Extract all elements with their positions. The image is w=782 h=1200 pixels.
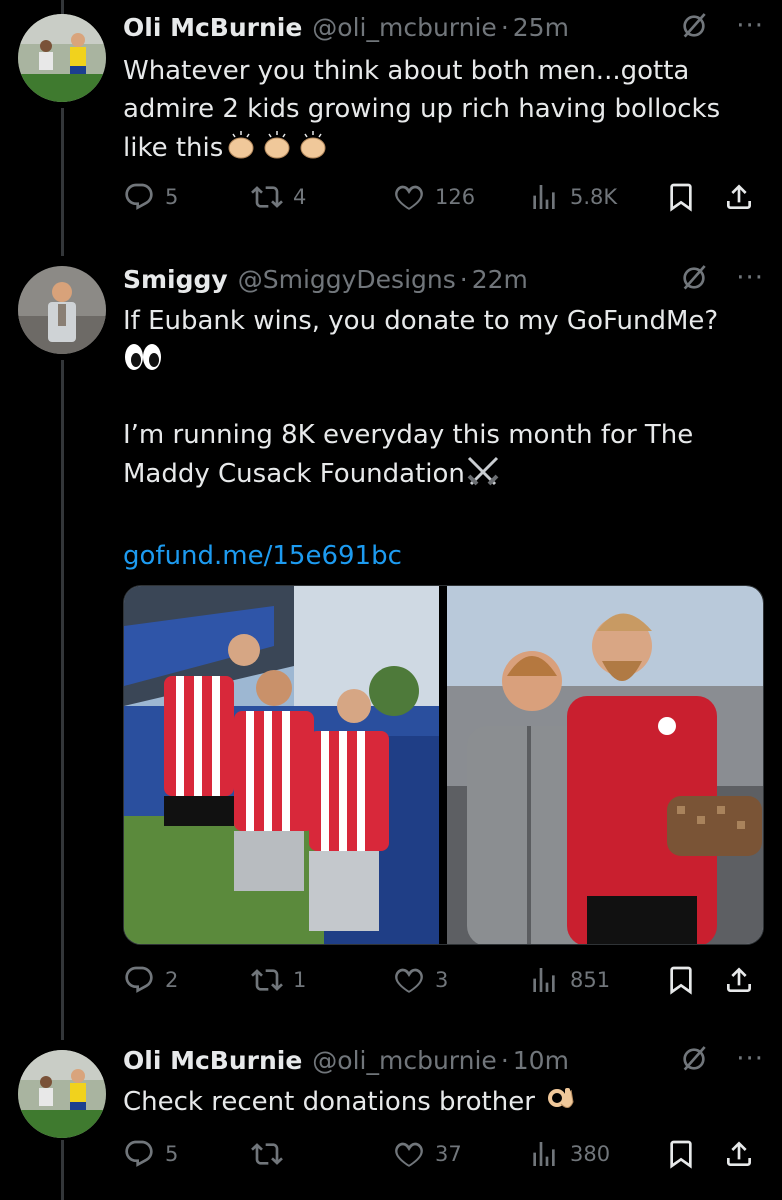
bookmark-icon xyxy=(665,181,697,213)
timestamp[interactable]: 25m xyxy=(513,13,569,42)
reply-button[interactable]: 5 xyxy=(123,177,178,217)
avatar-smiggy[interactable] xyxy=(18,266,106,354)
grok-icon[interactable] xyxy=(678,262,710,294)
like-button[interactable]: 37 xyxy=(393,1134,462,1174)
photo-1-image xyxy=(124,586,439,944)
avatar-oli-image xyxy=(18,1050,106,1138)
author-name[interactable]: Oli McBurnie xyxy=(123,13,302,42)
avatar-oli[interactable] xyxy=(18,14,106,102)
grok-icon[interactable] xyxy=(678,1043,710,1075)
share-button[interactable] xyxy=(723,1134,755,1174)
share-icon xyxy=(723,964,755,996)
tweet-2-media[interactable] xyxy=(123,585,764,945)
views-button[interactable]: 380 xyxy=(528,1134,610,1174)
text-line: If Eubank wins, you donate to my GoFundM… xyxy=(123,306,719,336)
share-icon xyxy=(723,181,755,213)
ok-hand-icon xyxy=(543,1082,577,1127)
author-handle[interactable]: @SmiggyDesigns xyxy=(238,265,456,294)
text-line: Maddy Cusack Foundation xyxy=(123,454,763,499)
like-button[interactable]: 126 xyxy=(393,177,475,217)
reply-icon xyxy=(123,1138,155,1170)
retweet-icon xyxy=(251,964,283,996)
crossed-swords-icon xyxy=(465,454,501,499)
author-handle[interactable]: @oli_mcburnie xyxy=(312,1046,497,1075)
like-icon xyxy=(393,1138,425,1170)
bookmark-button[interactable] xyxy=(665,960,697,1000)
grok-icon[interactable] xyxy=(678,10,710,42)
photo-2-image xyxy=(447,586,763,944)
photo-football-fans-stadium[interactable] xyxy=(124,586,439,944)
bookmark-icon xyxy=(665,1138,697,1170)
like-icon xyxy=(393,964,425,996)
text-line: Check recent donations brother xyxy=(123,1082,763,1127)
tweet-1-text: Whatever you think about both men...gott… xyxy=(123,52,763,173)
views-button[interactable]: 851 xyxy=(528,960,610,1000)
clapping-hands-icon xyxy=(223,128,331,173)
tweet-3-text: Check recent donations brother xyxy=(123,1082,763,1127)
share-button[interactable] xyxy=(723,960,755,1000)
retweet-button[interactable]: 1 xyxy=(251,960,306,1000)
text-line: I’m running 8K everyday this month for T… xyxy=(123,420,694,450)
like-icon xyxy=(393,181,425,213)
reply-icon xyxy=(123,964,155,996)
tweet-2-actions: 2 1 3 851 xyxy=(123,960,765,1000)
more-icon[interactable]: ··· xyxy=(736,13,764,39)
like-button[interactable]: 3 xyxy=(393,960,448,1000)
tweet-3[interactable]: Oli McBurnie @oli_mcburnie · 10m ··· Che… xyxy=(0,1040,782,1200)
reply-icon xyxy=(123,181,155,213)
tweet-1[interactable]: Oli McBurnie @oli_mcburnie · 25m ··· Wha… xyxy=(0,0,782,240)
tweet-3-header: Oli McBurnie @oli_mcburnie · 10m ··· xyxy=(123,1043,764,1077)
views-button[interactable]: 5.8K xyxy=(528,177,617,217)
share-button[interactable] xyxy=(723,177,755,217)
retweet-button[interactable]: 4 xyxy=(251,177,306,217)
author-name[interactable]: Oli McBurnie xyxy=(123,1046,302,1075)
photo-footballer-with-fan[interactable] xyxy=(447,586,763,944)
eyes-icon xyxy=(123,340,763,378)
gofundme-link[interactable]: gofund.me/15e691bc xyxy=(123,537,763,575)
avatar-oli-image xyxy=(18,14,106,102)
bookmark-button[interactable] xyxy=(665,177,697,217)
timestamp[interactable]: 22m xyxy=(472,265,528,294)
more-icon[interactable]: ··· xyxy=(736,265,764,291)
separator-dot: · xyxy=(459,264,468,294)
text-line: like this xyxy=(123,128,763,173)
tweet-1-header: Oli McBurnie @oli_mcburnie · 25m ··· xyxy=(123,10,764,44)
retweet-icon xyxy=(251,181,283,213)
avatar-oli[interactable] xyxy=(18,1050,106,1138)
share-icon xyxy=(723,1138,755,1170)
tweet-3-actions: 5 37 380 xyxy=(123,1134,765,1174)
timestamp[interactable]: 10m xyxy=(513,1046,569,1075)
reply-button[interactable]: 5 xyxy=(123,1134,178,1174)
bookmark-icon xyxy=(665,964,697,996)
tweet-1-actions: 5 4 126 5.8K xyxy=(123,177,765,217)
author-handle[interactable]: @oli_mcburnie xyxy=(312,13,497,42)
text-line: Whatever you think about both men...gott… xyxy=(123,56,690,86)
more-icon[interactable]: ··· xyxy=(736,1046,764,1072)
retweet-button[interactable] xyxy=(251,1134,293,1174)
avatar-smiggy-image xyxy=(18,266,106,354)
separator-dot: · xyxy=(500,1045,509,1075)
bookmark-button[interactable] xyxy=(665,1134,697,1174)
author-name[interactable]: Smiggy xyxy=(123,265,228,294)
views-icon xyxy=(528,181,560,213)
tweet-2-text: If Eubank wins, you donate to my GoFundM… xyxy=(123,302,763,575)
text-line: admire 2 kids growing up rich having bol… xyxy=(123,94,721,124)
retweet-icon xyxy=(251,1138,283,1170)
views-icon xyxy=(528,1138,560,1170)
separator-dot: · xyxy=(500,12,509,42)
views-icon xyxy=(528,964,560,996)
tweet-2-header: Smiggy @SmiggyDesigns · 22m ··· xyxy=(123,262,764,296)
reply-button[interactable]: 2 xyxy=(123,960,178,1000)
